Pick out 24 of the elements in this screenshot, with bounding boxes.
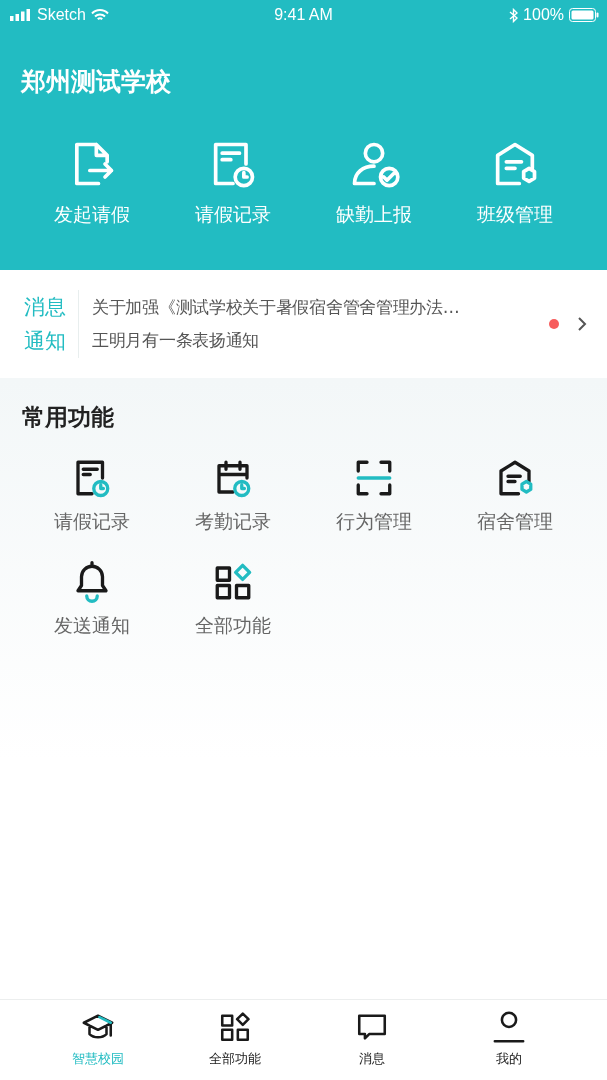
feature-item[interactable]: 行为管理 (303, 457, 445, 535)
bluetooth-icon (509, 7, 519, 23)
section-title: 常用功能 (22, 403, 115, 432)
tab-item[interactable]: 全部功能 (166, 1000, 304, 1080)
battery-icon (569, 8, 599, 22)
school-name: 郑州测试学校 (21, 66, 172, 98)
notice-label: 消息 通知 (24, 290, 79, 358)
wifi-icon (90, 8, 109, 22)
tab-item[interactable]: 消息 (303, 1000, 441, 1080)
grid-icon (218, 1010, 253, 1044)
notice-text[interactable]: 关于加强《测试学校关于暑假宿舍管舍管理办法… (92, 296, 545, 319)
carrier-name: Sketch (37, 6, 86, 24)
notice-text[interactable]: 王明月有一条表扬通知 (92, 329, 545, 352)
battery-percent: 100% (523, 6, 564, 24)
tab-item[interactable]: 我的 (440, 1000, 577, 1080)
feature-item[interactable]: 考勤记录 (162, 457, 304, 535)
feature-item[interactable]: 全部功能 (162, 561, 304, 639)
person-icon (491, 1010, 526, 1044)
feature-item[interactable]: 宿舍管理 (444, 457, 585, 535)
chevron-right-icon[interactable] (577, 316, 587, 332)
status-time: 9:41 AM (274, 6, 333, 24)
signal-icon (10, 9, 32, 21)
feature-item[interactable]: 发送通知 (22, 561, 163, 639)
feature-item[interactable]: 请假记录 (22, 457, 163, 535)
